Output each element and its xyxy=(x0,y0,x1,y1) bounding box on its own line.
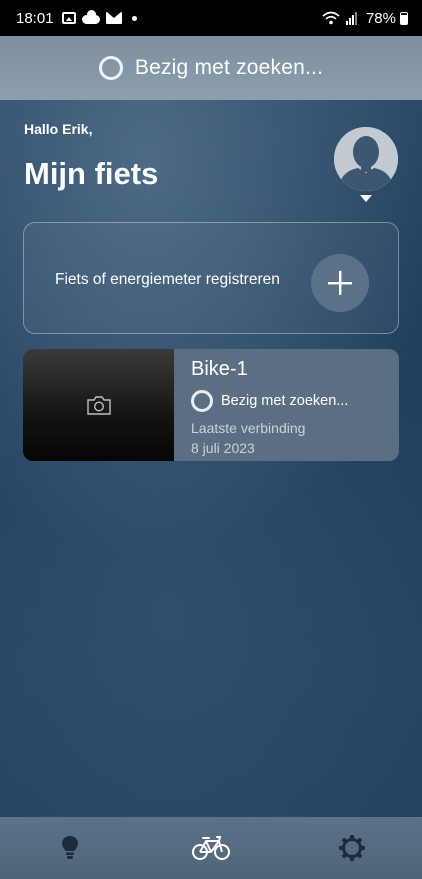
battery-percentage: 78% xyxy=(365,9,396,27)
nav-bikes[interactable] xyxy=(181,817,241,879)
plus-icon xyxy=(328,271,352,295)
register-device-label: Fiets of energiemeter registreren xyxy=(55,271,280,288)
status-bar: 18:01 78% xyxy=(0,0,422,36)
gear-icon xyxy=(339,835,365,861)
last-connection-date: 8 juli 2023 xyxy=(191,440,255,456)
dot-icon xyxy=(131,15,137,21)
lightbulb-icon xyxy=(62,836,78,859)
bottom-navigation xyxy=(0,817,422,879)
bike-card[interactable]: Bike-1 Bezig met zoeken... Laatste verbi… xyxy=(23,349,399,461)
cloud-icon xyxy=(81,10,100,24)
battery-icon xyxy=(400,11,408,25)
camera-icon xyxy=(86,396,111,415)
bike-info: Bike-1 Bezig met zoeken... Laatste verbi… xyxy=(174,349,399,461)
bicycle-icon xyxy=(192,836,230,860)
page-title: Mijn fiets xyxy=(24,156,159,191)
greeting: Hallo Erik, xyxy=(24,121,93,137)
nav-tips[interactable] xyxy=(40,817,100,879)
bike-status-text: Bezig met zoeken... xyxy=(221,393,349,409)
bike-status: Bezig met zoeken... xyxy=(191,390,399,412)
status-time: 18:01 xyxy=(16,9,54,27)
spinner-ring-icon xyxy=(191,390,213,412)
gallery-icon xyxy=(61,12,76,24)
add-device-button[interactable] xyxy=(311,254,369,312)
search-banner: Bezig met zoeken... xyxy=(0,36,422,100)
bike-photo-placeholder[interactable] xyxy=(23,349,174,461)
bike-name: Bike-1 xyxy=(191,358,248,380)
wifi-icon xyxy=(322,11,340,25)
search-banner-text: Bezig met zoeken... xyxy=(134,56,324,79)
last-connection-label: Laatste verbinding xyxy=(191,420,306,436)
user-silhouette-icon xyxy=(334,127,398,191)
nav-settings[interactable] xyxy=(322,817,382,879)
spinner-ring-icon xyxy=(98,56,123,80)
avatar[interactable] xyxy=(334,127,398,191)
register-device-card[interactable]: Fiets of energiemeter registreren xyxy=(23,222,399,334)
signal-icon xyxy=(345,11,360,25)
avatar-dropdown-caret-icon[interactable] xyxy=(360,195,372,202)
mail-icon xyxy=(105,12,122,24)
